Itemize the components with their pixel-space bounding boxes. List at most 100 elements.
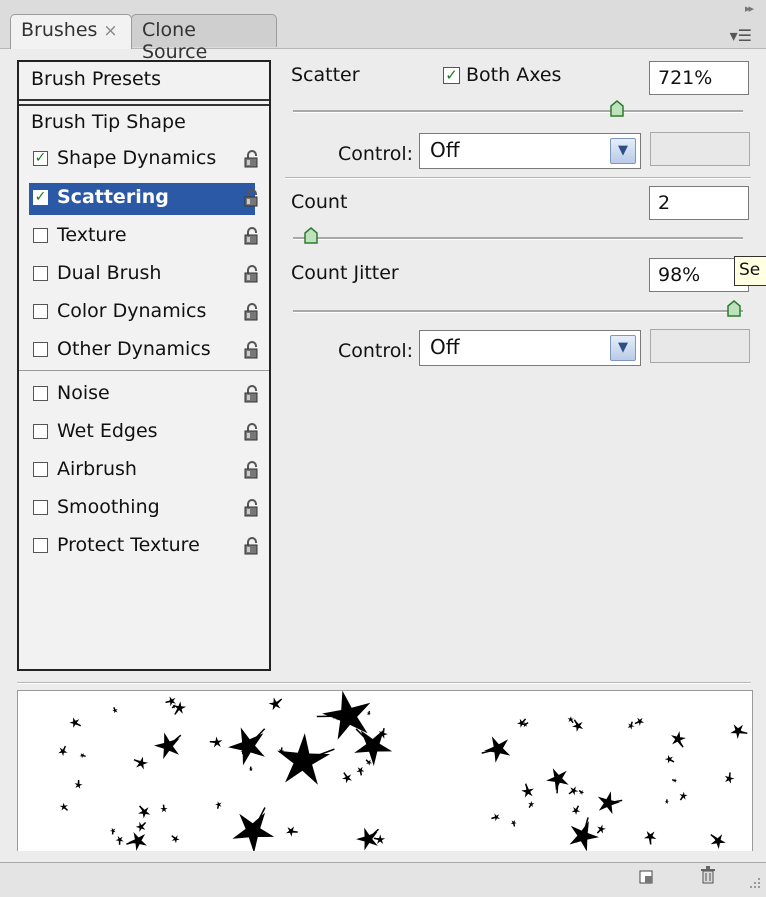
- leaf-stem: [140, 806, 145, 812]
- leaf-stem: [82, 755, 85, 756]
- leaf-shape: [69, 717, 79, 728]
- list-item-checkbox[interactable]: [33, 500, 48, 515]
- brush-stroke-preview: [17, 690, 753, 851]
- leaf-shape: [528, 801, 534, 807]
- tab-clone-source[interactable]: Clone Source: [131, 14, 277, 47]
- leaf-shape: [138, 807, 150, 819]
- list-item-checkbox[interactable]: [33, 266, 48, 281]
- lock-icon[interactable]: [244, 303, 260, 321]
- list-item-checkbox[interactable]: [33, 304, 48, 319]
- chevron-down-icon: ▼: [610, 138, 636, 164]
- list-item-label: Protect Texture: [57, 534, 200, 556]
- list-item-checkbox[interactable]: ✓: [33, 151, 48, 166]
- leaf-shape: [58, 747, 67, 756]
- scatter-value-field[interactable]: 721%: [649, 61, 749, 95]
- count-jitter-slider-track[interactable]: [293, 310, 743, 313]
- close-icon[interactable]: ×: [103, 21, 117, 41]
- lock-icon[interactable]: [244, 189, 260, 207]
- leaf-stem: [369, 711, 370, 714]
- checkmark-icon: ✓: [445, 66, 458, 84]
- lock-icon[interactable]: [244, 150, 260, 168]
- list-item-checkbox[interactable]: [33, 228, 48, 243]
- leaf-shape: [269, 697, 282, 710]
- leaf-shape: [228, 727, 265, 765]
- list-item[interactable]: Other Dynamics: [19, 334, 269, 368]
- list-item[interactable]: Noise: [19, 378, 269, 412]
- brush-presets-item[interactable]: Brush Presets: [31, 68, 161, 90]
- count-value-field[interactable]: 2: [649, 186, 749, 220]
- leaf-shape: [232, 813, 274, 851]
- list-item-label: Shape Dynamics: [57, 147, 216, 169]
- resize-grip-icon[interactable]: [744, 872, 762, 890]
- count-slider-thumb[interactable]: [303, 227, 319, 250]
- divider: [19, 370, 269, 371]
- leaf-stem: [317, 716, 348, 717]
- list-item[interactable]: Wet Edges: [19, 416, 269, 450]
- scatter-slider-thumb[interactable]: [609, 100, 625, 123]
- list-item-checkbox[interactable]: ✓: [33, 190, 48, 205]
- new-brush-icon[interactable]: [638, 868, 654, 884]
- list-item[interactable]: Airbrush: [19, 454, 269, 488]
- collapse-arrows-icon[interactable]: ▸▸: [745, 2, 752, 15]
- lock-icon[interactable]: [244, 499, 260, 517]
- count-label: Count: [291, 191, 347, 213]
- leaf-stem: [525, 723, 528, 725]
- leaf-stem: [141, 823, 146, 827]
- panel-menu-icon[interactable]: ▾☰: [730, 26, 752, 45]
- lock-icon[interactable]: [244, 537, 260, 555]
- list-item[interactable]: ✓Scattering: [19, 182, 269, 216]
- scatter-slider-track[interactable]: [293, 110, 743, 113]
- lock-icon[interactable]: [244, 341, 260, 359]
- both-axes-label: Both Axes: [466, 64, 561, 86]
- list-item-label: Other Dynamics: [57, 338, 211, 360]
- list-item[interactable]: Protect Texture: [19, 530, 269, 564]
- leaf-stem: [366, 760, 369, 763]
- list-item-checkbox[interactable]: [33, 386, 48, 401]
- count-jitter-control-value: Off: [430, 335, 460, 359]
- list-item-label: Noise: [57, 382, 110, 404]
- scatter-control-value: Off: [430, 138, 460, 162]
- brush-tip-shape-item[interactable]: Brush Tip Shape: [31, 111, 186, 133]
- tab-brushes[interactable]: Brushes×: [10, 14, 132, 49]
- leaf-shape: [136, 757, 149, 770]
- leaf-stem: [557, 779, 558, 793]
- leaf-shape: [342, 773, 352, 783]
- list-item-label: Smoothing: [57, 496, 160, 518]
- leaf-shape: [354, 729, 392, 766]
- list-item-checkbox[interactable]: [33, 342, 48, 357]
- brush-settings-list: Brush Presets Brush Tip Shape ✓ Shape Dyn…: [17, 60, 271, 671]
- list-item-checkbox[interactable]: [33, 424, 48, 439]
- lock-icon[interactable]: [244, 227, 260, 245]
- leaf-shape: [570, 821, 600, 851]
- preview-divider: [17, 682, 751, 684]
- list-item[interactable]: Texture: [19, 220, 269, 254]
- leaf-shape: [277, 733, 330, 785]
- scatter-control-dropdown[interactable]: Off ▼: [419, 133, 641, 169]
- lock-icon[interactable]: [244, 265, 260, 283]
- leaf-stem: [571, 719, 573, 722]
- leaf-shape: [665, 755, 673, 764]
- list-item[interactable]: ✓ Shape Dynamics: [19, 143, 269, 177]
- leaf-stem: [210, 742, 217, 743]
- both-axes-checkbox[interactable]: ✓: [443, 67, 460, 84]
- lock-icon[interactable]: [244, 461, 260, 479]
- count-jitter-slider-thumb[interactable]: [726, 300, 742, 323]
- leaf-shape: [570, 786, 579, 795]
- trash-icon[interactable]: [700, 866, 716, 884]
- list-item[interactable]: Dual Brush: [19, 258, 269, 292]
- leaf-stem: [529, 804, 531, 807]
- list-item[interactable]: Smoothing: [19, 492, 269, 526]
- list-item-label: Airbrush: [57, 458, 137, 480]
- scatter-label: Scatter: [291, 64, 360, 86]
- list-item-checkbox[interactable]: [33, 538, 48, 553]
- count-slider-track[interactable]: [293, 237, 743, 240]
- leaf-shape: [680, 792, 688, 800]
- list-item[interactable]: Color Dynamics: [19, 296, 269, 330]
- list-item-label: Dual Brush: [57, 262, 161, 284]
- list-item-checkbox[interactable]: [33, 462, 48, 477]
- lock-icon[interactable]: [244, 385, 260, 403]
- count-jitter-control-dropdown[interactable]: Off ▼: [419, 330, 641, 366]
- lock-icon[interactable]: [244, 423, 260, 441]
- list-item-label: Color Dynamics: [57, 300, 206, 322]
- tab-clone-source-label: Clone Source: [142, 19, 207, 63]
